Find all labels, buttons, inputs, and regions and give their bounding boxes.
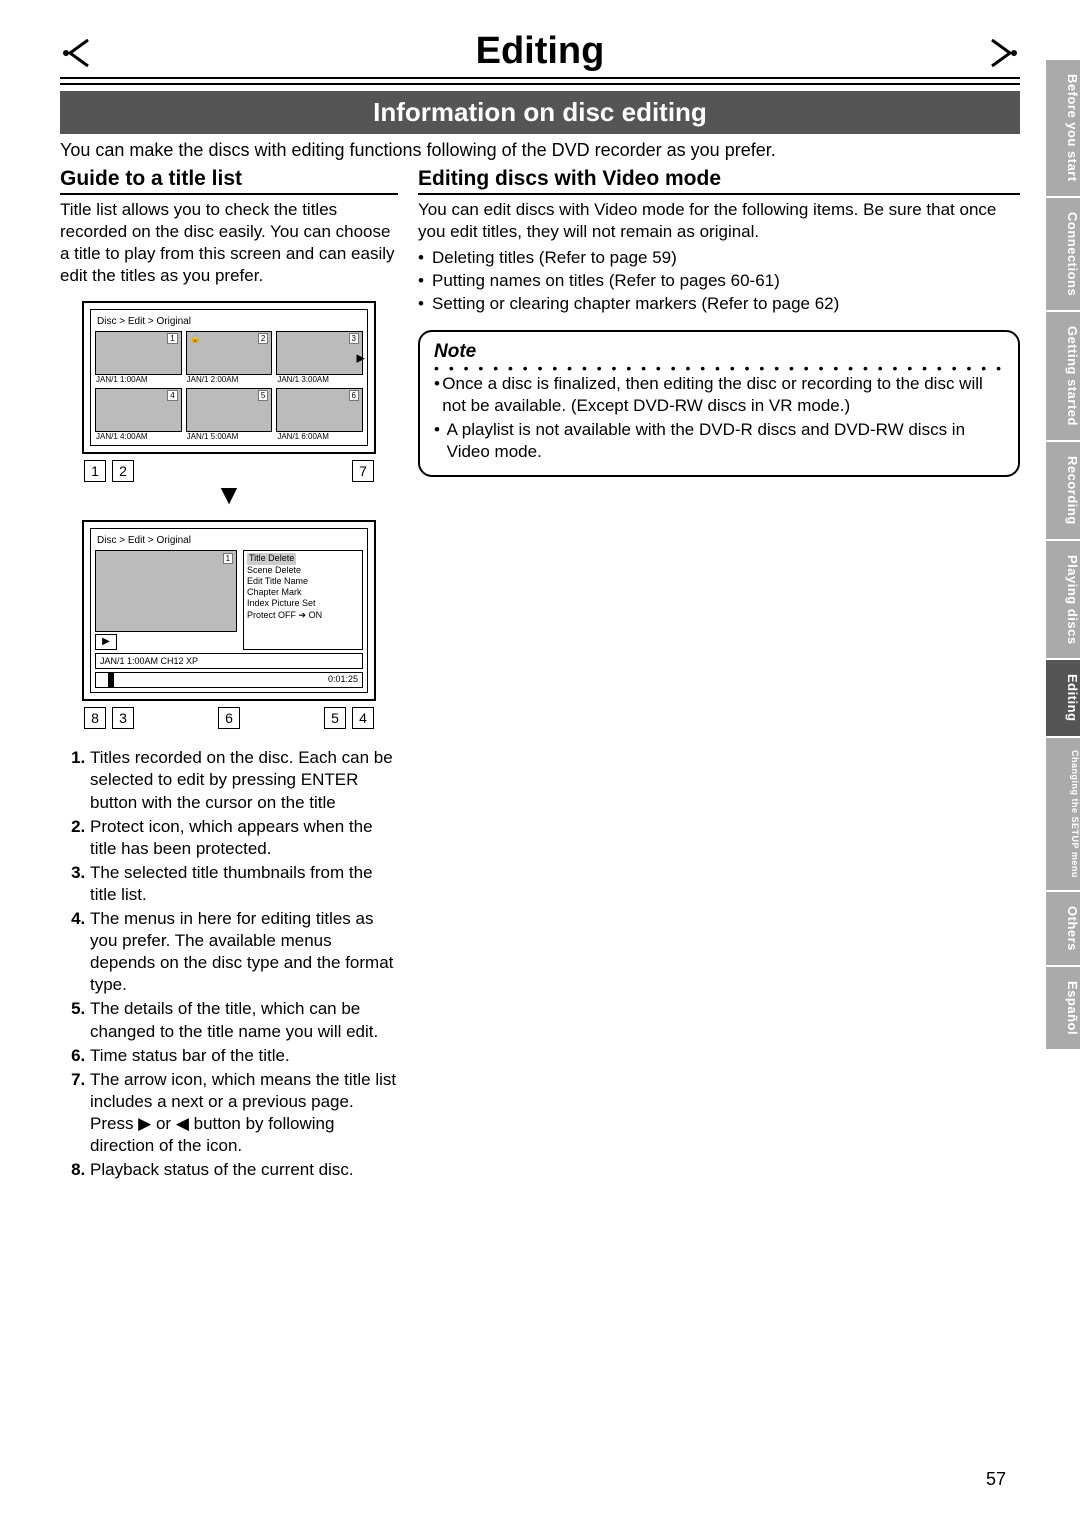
intro-text: You can make the discs with editing func… xyxy=(60,140,1020,161)
tab-before-you-start[interactable]: Before you start xyxy=(1046,60,1080,196)
tab-espanol[interactable]: Español xyxy=(1046,967,1080,1049)
title-list-screen: Disc > Edit > Original 1JAN/1 1:00AM 🔒2J… xyxy=(82,301,376,454)
list-item: Playback status of the current disc. xyxy=(90,1159,398,1181)
callout-box: 7 xyxy=(352,460,374,482)
breadcrumb: Disc > Edit > Original xyxy=(95,533,363,550)
list-item: The selected title thumbnails from the t… xyxy=(90,862,398,906)
bullet-list: •Deleting titles (Refer to page 59) •Put… xyxy=(418,247,1020,316)
title-thumb[interactable]: 3 xyxy=(276,331,363,375)
explanation-list: Titles recorded on the disc. Each can be… xyxy=(60,747,398,1181)
selected-thumb: 1 xyxy=(95,550,237,632)
chapter-title: Editing xyxy=(60,30,1020,77)
page-header: Editing xyxy=(60,30,1020,85)
left-heading: Guide to a title list xyxy=(60,167,398,195)
tab-setup-menu[interactable]: Changing the SETUP menu xyxy=(1046,738,1080,890)
tab-connections[interactable]: Connections xyxy=(1046,198,1080,310)
callout-box: 3 xyxy=(112,707,134,729)
callouts-panel2: 8 3 6 5 4 xyxy=(84,707,374,729)
title-info: JAN/1 1:00AM CH12 XP xyxy=(95,653,363,669)
tab-others[interactable]: Others xyxy=(1046,892,1080,965)
list-item: Protect icon, which appears when the tit… xyxy=(90,816,398,860)
callout-box: 8 xyxy=(84,707,106,729)
list-item: The arrow icon, which means the title li… xyxy=(90,1069,398,1157)
page-number: 57 xyxy=(986,1469,1006,1490)
tab-editing[interactable]: Editing xyxy=(1046,660,1080,736)
callout-box: 5 xyxy=(324,707,346,729)
list-item: The details of the title, which can be c… xyxy=(90,998,398,1042)
right-paragraph: You can edit discs with Video mode for t… xyxy=(418,199,1020,243)
side-tabs: Before you start Connections Getting sta… xyxy=(1046,60,1080,1051)
next-page-icon[interactable]: ▶ xyxy=(357,351,365,364)
list-item: Titles recorded on the disc. Each can be… xyxy=(90,747,398,813)
bracket-left-icon xyxy=(60,38,90,68)
list-item: The menus in here for editing titles as … xyxy=(90,908,398,996)
bracket-right-icon xyxy=(990,38,1020,68)
right-heading: Editing discs with Video mode xyxy=(418,167,1020,195)
callout-box: 6 xyxy=(218,707,240,729)
tab-getting-started[interactable]: Getting started xyxy=(1046,312,1080,440)
note-title: Note xyxy=(434,340,1004,365)
callout-box: 4 xyxy=(352,707,374,729)
title-thumb[interactable]: 5 xyxy=(186,388,273,432)
callout-box: 1 xyxy=(84,460,106,482)
title-edit-screen: Disc > Edit > Original 1 ▶ Title Delete … xyxy=(82,520,376,701)
title-thumb[interactable]: 1 xyxy=(95,331,182,375)
left-paragraph: Title list allows you to check the title… xyxy=(60,199,398,287)
title-thumb[interactable]: 6 xyxy=(276,388,363,432)
tab-recording[interactable]: Recording xyxy=(1046,442,1080,539)
callout-box: 2 xyxy=(112,460,134,482)
breadcrumb: Disc > Edit > Original xyxy=(95,314,363,331)
note-box: Note • • • • • • • • • • • • • • • • • •… xyxy=(418,330,1020,477)
title-thumb[interactable]: 4 xyxy=(95,388,182,432)
title-thumb[interactable]: 🔒2 xyxy=(186,331,273,375)
section-title: Information on disc editing xyxy=(60,91,1020,134)
down-arrow-icon: ▼ xyxy=(60,484,398,506)
list-item: Time status bar of the title. xyxy=(90,1045,398,1067)
tab-playing-discs[interactable]: Playing discs xyxy=(1046,541,1080,659)
edit-menu[interactable]: Title Delete Scene Delete Edit Title Nam… xyxy=(243,550,363,650)
lock-icon: 🔒 xyxy=(190,333,201,344)
play-icon[interactable]: ▶ xyxy=(95,634,117,650)
time-bar[interactable]: 0:01:25 xyxy=(95,672,363,688)
